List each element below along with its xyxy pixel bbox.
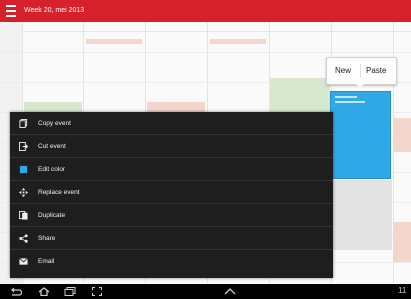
menu-item-label: Replace event	[38, 189, 80, 196]
menu-item-email[interactable]: Email	[10, 250, 333, 273]
home-icon[interactable]	[38, 287, 50, 296]
menu-item-label: Copy event	[38, 120, 71, 127]
calendar-event[interactable]	[86, 39, 142, 44]
popup-pointer	[355, 83, 365, 88]
page-title[interactable]: Week 20, mei 2013	[24, 4, 84, 18]
menu-item-duplicate[interactable]: Duplicate	[10, 204, 333, 227]
calendar-event[interactable]	[24, 102, 82, 112]
divider	[360, 64, 361, 78]
move-icon	[19, 188, 28, 197]
paste-button[interactable]: Paste	[366, 58, 386, 84]
menu-item-label: Duplicate	[38, 212, 66, 219]
copy-icon	[19, 119, 28, 128]
back-icon[interactable]	[10, 287, 22, 296]
menu-item-share[interactable]: Share	[10, 227, 333, 250]
menu-item-replace-event[interactable]: Replace event	[10, 181, 333, 204]
menu-item-copy-event[interactable]: Copy event	[10, 112, 333, 135]
menu-item-label: Edit color	[38, 166, 66, 173]
event-context-menu: Copy event Cut event Edit color Replace …	[10, 112, 333, 278]
app-bar: Week 20, mei 2013	[0, 0, 411, 22]
selected-event[interactable]	[330, 91, 391, 179]
calendar-event[interactable]	[210, 39, 266, 44]
chevron-up-icon[interactable]	[224, 287, 236, 296]
screenshot-icon[interactable]	[92, 287, 102, 296]
share-icon	[19, 234, 28, 243]
calendar-event[interactable]	[332, 180, 392, 250]
calendar-event[interactable]	[393, 222, 411, 262]
hour-line	[0, 52, 411, 53]
recent-apps-icon[interactable]	[64, 287, 76, 296]
menu-item-cut-event[interactable]: Cut event	[10, 135, 333, 158]
menu-item-label: Cut event	[38, 143, 66, 150]
email-icon	[19, 258, 28, 265]
system-nav-bar: 11	[0, 284, 411, 299]
clock: 11	[398, 286, 407, 295]
cut-icon	[19, 142, 28, 151]
menu-item-label: Share	[38, 235, 56, 242]
calendar-menu-icon[interactable]	[6, 5, 16, 17]
duplicate-icon	[19, 211, 28, 220]
new-paste-popup: New Paste	[326, 57, 397, 88]
new-button[interactable]: New	[335, 58, 351, 84]
menu-item-edit-color[interactable]: Edit color	[10, 158, 333, 181]
color-square-icon	[19, 165, 28, 174]
menu-item-label: Email	[38, 258, 55, 265]
calendar-event[interactable]	[393, 118, 411, 152]
